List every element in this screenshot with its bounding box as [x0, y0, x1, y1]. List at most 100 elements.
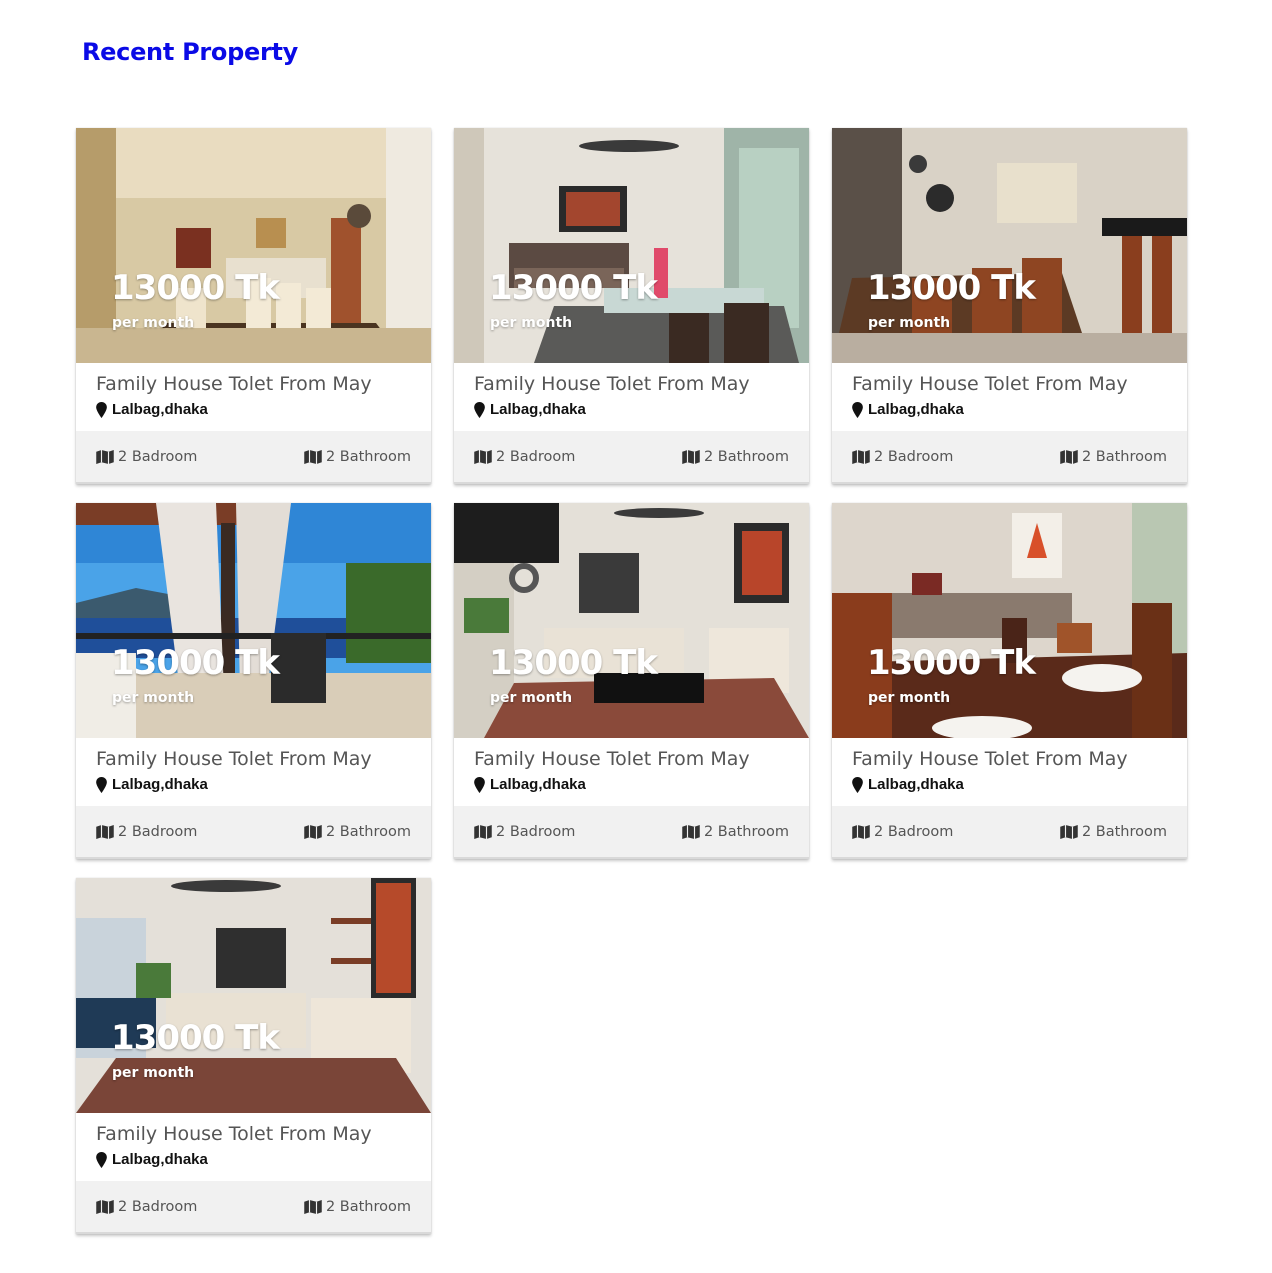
- property-photo[interactable]: 13000 Tk per month: [832, 503, 1187, 738]
- price-label: 13000 Tk: [111, 643, 280, 683]
- price-period: per month: [490, 315, 573, 331]
- location-label: Lalbag,dhaka: [112, 401, 208, 418]
- folded-map-icon: [96, 1199, 114, 1214]
- property-location: Lalbag,dhaka: [852, 401, 964, 418]
- property-title[interactable]: Family House Tolet From May: [852, 373, 1128, 395]
- bathroom-count: 2 Bathroom: [304, 1199, 411, 1215]
- bedroom-count: 2 Badroom: [852, 824, 953, 840]
- property-title[interactable]: Family House Tolet From May: [474, 748, 750, 770]
- folded-map-icon: [1060, 824, 1078, 839]
- bathroom-label: 2 Bathroom: [1081, 823, 1167, 840]
- property-location: Lalbag,dhaka: [474, 776, 586, 793]
- price-label: 13000 Tk: [489, 268, 658, 308]
- property-location: Lalbag,dhaka: [96, 1151, 208, 1168]
- folded-map-icon: [96, 824, 114, 839]
- property-location: Lalbag,dhaka: [474, 401, 586, 418]
- property-card[interactable]: 13000 Tk per month Family House Tolet Fr…: [454, 128, 809, 484]
- property-stats: 2 Badroom 2 Bathroom: [454, 806, 809, 857]
- folded-map-icon: [682, 449, 700, 464]
- location-label: Lalbag,dhaka: [868, 776, 964, 793]
- bathroom-label: 2 Bathroom: [703, 823, 789, 840]
- price-period: per month: [112, 1065, 195, 1081]
- folded-map-icon: [304, 1199, 322, 1214]
- property-title[interactable]: Family House Tolet From May: [96, 373, 372, 395]
- map-marker-icon: [96, 1151, 107, 1168]
- folded-map-icon: [852, 449, 870, 464]
- bedroom-label: 2 Badroom: [496, 823, 576, 840]
- bedroom-label: 2 Badroom: [118, 448, 198, 465]
- property-card[interactable]: 13000 Tk per month Family House Tolet Fr…: [76, 878, 431, 1234]
- bedroom-count: 2 Badroom: [852, 449, 953, 465]
- location-label: Lalbag,dhaka: [112, 776, 208, 793]
- location-label: Lalbag,dhaka: [868, 401, 964, 418]
- property-stats: 2 Badroom 2 Bathroom: [76, 806, 431, 857]
- property-stats: 2 Badroom 2 Bathroom: [454, 431, 809, 482]
- price-period: per month: [868, 315, 951, 331]
- bedroom-count: 2 Badroom: [96, 449, 197, 465]
- bathroom-count: 2 Bathroom: [304, 824, 411, 840]
- location-label: Lalbag,dhaka: [490, 776, 586, 793]
- property-location: Lalbag,dhaka: [96, 776, 208, 793]
- property-photo[interactable]: 13000 Tk per month: [454, 503, 809, 738]
- folded-map-icon: [304, 824, 322, 839]
- folded-map-icon: [682, 824, 700, 839]
- map-marker-icon: [852, 776, 863, 793]
- property-photo[interactable]: 13000 Tk per month: [76, 128, 431, 363]
- location-label: Lalbag,dhaka: [112, 1151, 208, 1168]
- property-photo[interactable]: 13000 Tk per month: [454, 128, 809, 363]
- bathroom-label: 2 Bathroom: [703, 448, 789, 465]
- property-location: Lalbag,dhaka: [96, 401, 208, 418]
- bedroom-count: 2 Badroom: [474, 824, 575, 840]
- property-photo[interactable]: 13000 Tk per month: [76, 503, 431, 738]
- property-stats: 2 Badroom 2 Bathroom: [832, 806, 1187, 857]
- map-marker-icon: [474, 401, 485, 418]
- property-photo[interactable]: 13000 Tk per month: [76, 878, 431, 1113]
- price-label: 13000 Tk: [867, 643, 1036, 683]
- property-card[interactable]: 13000 Tk per month Family House Tolet Fr…: [76, 503, 431, 859]
- property-title[interactable]: Family House Tolet From May: [474, 373, 750, 395]
- price-label: 13000 Tk: [489, 643, 658, 683]
- price-period: per month: [112, 690, 195, 706]
- property-card[interactable]: 13000 Tk per month Family House Tolet Fr…: [76, 128, 431, 484]
- price-label: 13000 Tk: [867, 268, 1036, 308]
- map-marker-icon: [474, 776, 485, 793]
- property-card[interactable]: 13000 Tk per month Family House Tolet Fr…: [454, 503, 809, 859]
- property-stats: 2 Badroom 2 Bathroom: [832, 431, 1187, 482]
- price-label: 13000 Tk: [111, 268, 280, 308]
- bathroom-count: 2 Bathroom: [1060, 824, 1167, 840]
- price-period: per month: [490, 690, 573, 706]
- bathroom-count: 2 Bathroom: [304, 449, 411, 465]
- bedroom-label: 2 Badroom: [874, 448, 954, 465]
- property-stats: 2 Badroom 2 Bathroom: [76, 431, 431, 482]
- price-period: per month: [112, 315, 195, 331]
- price-label: 13000 Tk: [111, 1018, 280, 1058]
- folded-map-icon: [852, 824, 870, 839]
- folded-map-icon: [304, 449, 322, 464]
- bathroom-label: 2 Bathroom: [325, 448, 411, 465]
- price-period: per month: [868, 690, 951, 706]
- map-marker-icon: [96, 401, 107, 418]
- property-card[interactable]: 13000 Tk per month Family House Tolet Fr…: [832, 503, 1187, 859]
- folded-map-icon: [474, 449, 492, 464]
- property-title[interactable]: Family House Tolet From May: [96, 748, 372, 770]
- property-photo[interactable]: 13000 Tk per month: [832, 128, 1187, 363]
- property-title[interactable]: Family House Tolet From May: [96, 1123, 372, 1145]
- bedroom-label: 2 Badroom: [118, 1198, 198, 1215]
- bedroom-label: 2 Badroom: [874, 823, 954, 840]
- bedroom-count: 2 Badroom: [96, 824, 197, 840]
- section-title: Recent Property: [82, 38, 299, 66]
- property-stats: 2 Badroom 2 Bathroom: [76, 1181, 431, 1232]
- property-location: Lalbag,dhaka: [852, 776, 964, 793]
- bedroom-count: 2 Badroom: [96, 1199, 197, 1215]
- property-title[interactable]: Family House Tolet From May: [852, 748, 1128, 770]
- bathroom-count: 2 Bathroom: [682, 824, 789, 840]
- property-card[interactable]: 13000 Tk per month Family House Tolet Fr…: [832, 128, 1187, 484]
- bathroom-count: 2 Bathroom: [1060, 449, 1167, 465]
- bedroom-count: 2 Badroom: [474, 449, 575, 465]
- property-grid: 13000 Tk per month Family House Tolet Fr…: [76, 128, 1187, 1234]
- map-marker-icon: [852, 401, 863, 418]
- bedroom-label: 2 Badroom: [118, 823, 198, 840]
- location-label: Lalbag,dhaka: [490, 401, 586, 418]
- map-marker-icon: [96, 776, 107, 793]
- bathroom-count: 2 Bathroom: [682, 449, 789, 465]
